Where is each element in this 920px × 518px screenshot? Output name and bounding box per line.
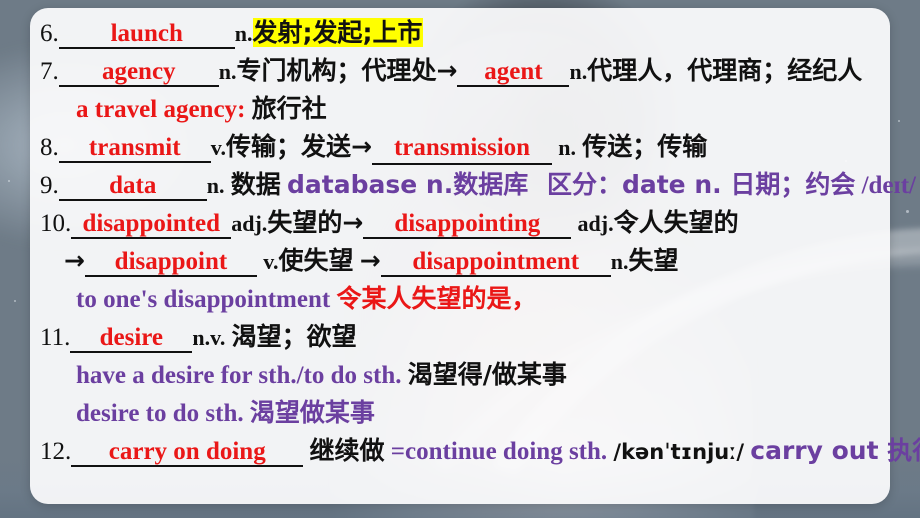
entry-number: 10. <box>40 210 72 237</box>
entry-8-meaning2: 传送；传输 <box>582 132 708 161</box>
entry-10-row2-pos: v. <box>263 249 279 274</box>
entry-6-highlight: 发射;发起;上市 <box>252 18 423 47</box>
entry-10-row2-answer: disappoint <box>114 248 228 275</box>
entry-11-phrase-2-en: desire to do sth. <box>76 400 244 427</box>
entry-9-answer: data <box>109 172 157 199</box>
entry-7-pos: n. <box>218 59 237 84</box>
entry-9-ipa: /deɪt/ <box>861 172 916 199</box>
entry-7-sub: a travel agency: 旅行社 <box>34 90 886 128</box>
entry-11-meaning: 渴望；欲望 <box>231 322 357 351</box>
entry-11-phrase-1-cn: 渴望得/做某事 <box>407 360 567 389</box>
entry-10-phrase-cn: 令某人失望的是， <box>336 284 537 313</box>
entry-number: 8. <box>40 134 59 161</box>
arrow-icon: → <box>436 56 458 85</box>
entry-10-row2: → disappoint v.使失望 → disappointment n.失望 <box>34 242 886 280</box>
entry-7-meaning: 专门机构；代理处 <box>236 56 437 85</box>
entry-8: 8. transmit v.传输；发送→ transmission n. 传送；传输 <box>34 128 886 166</box>
entry-6-answer: launch <box>110 20 183 47</box>
entry-11-phrase-1: have a desire for sth./to do sth. 渴望得/做某… <box>34 356 886 394</box>
entry-12: 12. carry on doing 继续做 =continue doing st… <box>34 432 920 471</box>
entry-10-answer2: disappointing <box>394 210 541 237</box>
entry-10-meaning: 失望的 <box>267 208 343 237</box>
entry-9-pos: n. <box>206 173 225 198</box>
entry-11-phrase-2: desire to do sth. 渴望做某事 <box>34 394 886 432</box>
entry-6-pos: n. <box>234 21 253 46</box>
entry-10-meaning2: 令人失望的 <box>613 208 739 237</box>
content-card: 6. launch n.发射;发起;上市 7. agency n.专门机构；代理处→ ag… <box>30 8 920 504</box>
entry-7-meaning2: 代理人，代理商；经纪人 <box>587 56 863 85</box>
entry-10-answer: disappointed <box>82 210 221 237</box>
entry-7-sub-en: a travel agency <box>76 96 238 123</box>
entry-number: 7. <box>40 58 59 85</box>
entry-7-sub-sep: : <box>237 96 246 123</box>
entry-10-row2-answer-blank: disappoint <box>84 247 257 277</box>
entry-10-row2-meaning2: 失望 <box>628 246 679 275</box>
entry-number: 6. <box>40 20 59 47</box>
entry-12-answer-blank: carry on doing <box>71 437 304 467</box>
entry-6: 6. launch n.发射;发起;上市 <box>34 14 886 52</box>
slide-canvas: 6. launch n.发射;发起;上市 7. agency n.专门机构；代理处→ ag… <box>0 0 920 518</box>
arrow-icon: → <box>342 208 364 237</box>
entry-10-row2-answer2: disappointment <box>412 248 580 275</box>
entry-9: 9. data n. 数据 database n.数据库 区分：date n. 日期… <box>34 166 916 204</box>
entry-10-pos2: adj. <box>577 211 614 236</box>
entry-10-row2-answer2-blank: disappointment <box>380 247 611 277</box>
entry-10-answer-blank: disappointed <box>71 209 232 239</box>
entry-11-phrase-1-en: have a desire for sth./to do sth. <box>76 362 402 389</box>
entry-8-pos2: n. <box>558 135 577 160</box>
entry-9-meaning: 数据 <box>230 170 281 199</box>
entry-8-answer2: transmission <box>393 134 531 161</box>
entry-8-pos: v. <box>210 135 227 160</box>
entry-12-equals: =continue doing sth. <box>390 438 608 465</box>
entry-number: 9. <box>40 172 59 199</box>
entry-11-phrase-2-cn: 渴望做某事 <box>249 398 375 427</box>
arrow-icon: → <box>359 246 381 275</box>
entry-11-answer: desire <box>99 324 164 351</box>
entry-11-pos: n.v. <box>192 325 226 350</box>
entry-11: 11. desire n.v. 渴望；欲望 <box>34 318 886 356</box>
entry-10-answer2-blank: disappointing <box>363 209 572 239</box>
entry-7-answer: agency <box>101 58 176 85</box>
entry-12-meaning: 继续做 <box>309 436 385 465</box>
entry-11-answer-blank: desire <box>70 323 193 353</box>
entry-7-pos2: n. <box>569 59 588 84</box>
entry-number: 12. <box>40 438 72 465</box>
entry-number: 11. <box>40 324 71 351</box>
entry-9-note: database n.数据库 <box>287 170 529 199</box>
arrow-icon: → <box>64 246 85 275</box>
entry-7-sub-cn: 旅行社 <box>251 94 327 123</box>
entry-12-ipa: /kənˈtɪnjuː/ <box>613 440 744 464</box>
entry-10-row2-meaning: 使失望 <box>278 246 354 275</box>
entry-7-answer2: agent <box>484 58 543 85</box>
entry-10-phrase: to one's disappointment 令某人失望的是， <box>34 280 886 318</box>
entry-8-answer: transmit <box>88 134 181 161</box>
entry-8-meaning: 传输；发送 <box>226 132 352 161</box>
entry-12-answer: carry on doing <box>108 438 266 465</box>
entry-9-answer-blank: data <box>58 171 207 201</box>
entry-12-note: carry out 执行 <box>750 436 920 465</box>
entry-7: 7. agency n.专门机构；代理处→ agent n.代理人，代理商；经纪人 <box>34 52 886 90</box>
entry-10-phrase-en: to one's disappointment <box>76 286 331 313</box>
content-card-inner: 6. launch n.发射;发起;上市 7. agency n.专门机构；代理处→ ag… <box>30 8 920 504</box>
entry-10-pos: adj. <box>231 211 268 236</box>
arrow-icon: → <box>351 132 373 161</box>
entry-7-answer2-blank: agent <box>457 57 570 87</box>
entry-9-note2: 区分：date n. 日期；约会 <box>546 170 856 199</box>
entry-6-answer-blank: launch <box>58 19 235 49</box>
entry-7-answer-blank: agency <box>58 57 219 87</box>
entry-8-answer2-blank: transmission <box>372 133 553 165</box>
entry-8-answer-blank: transmit <box>58 133 211 163</box>
entry-10: 10. disappointed adj.失望的→ disappointing adj… <box>34 204 886 242</box>
entry-10-row2-pos2: n. <box>610 249 629 274</box>
